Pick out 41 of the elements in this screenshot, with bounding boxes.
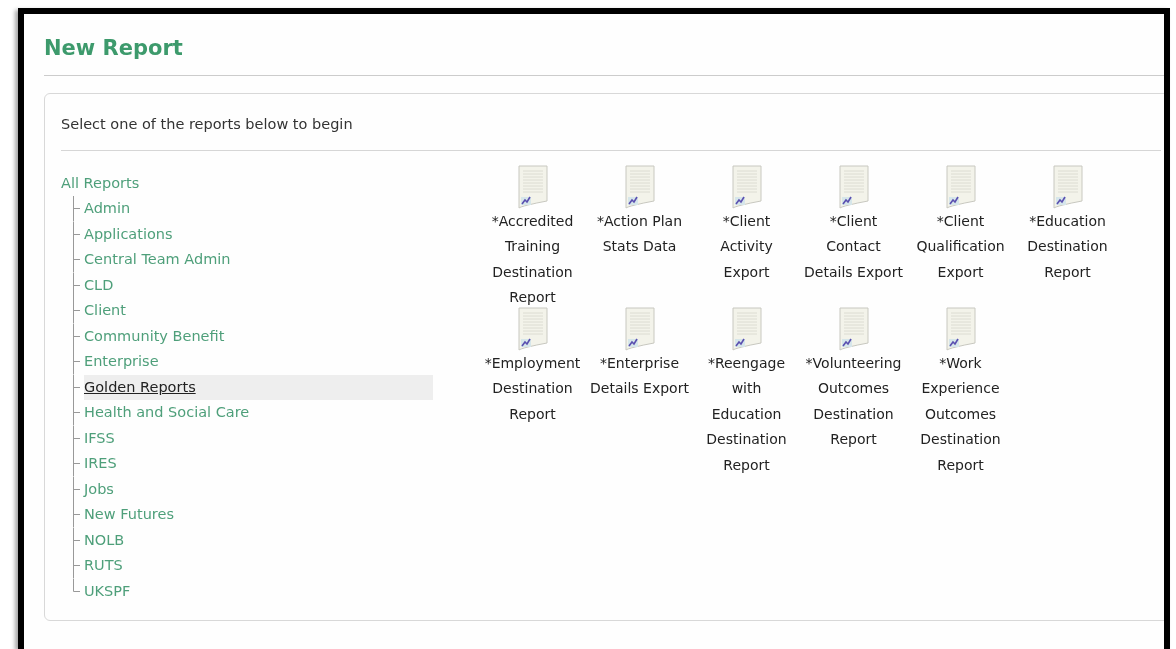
tree-item[interactable]: UKSPF <box>84 578 433 605</box>
tree-item[interactable]: Central Team Admin <box>84 247 433 273</box>
tree-item[interactable]: Jobs <box>84 476 433 503</box>
chart-document-icon <box>517 306 548 351</box>
report-link[interactable]: *Client Qualification Export <box>907 170 1014 311</box>
tree-item[interactable]: NOLB <box>84 527 433 554</box>
tree-item[interactable]: Health and Social Care <box>84 400 433 426</box>
tree-item[interactable]: Client <box>84 298 433 324</box>
chart-document-icon <box>624 164 655 209</box>
report-link[interactable]: *Enterprise Details Export <box>586 312 693 479</box>
tree-item[interactable]: Admin <box>84 196 433 222</box>
report-link[interactable]: *Client Contact Details Export <box>800 170 907 311</box>
tree-item[interactable]: IFSS <box>84 425 433 452</box>
report-link[interactable]: *Work Experience Outcomes Destination Report <box>907 312 1014 479</box>
instruction-text: Select one of the reports below to begin <box>61 115 354 135</box>
report-link[interactable]: *Action Plan Stats Data <box>586 170 693 311</box>
chart-document-icon <box>945 306 976 351</box>
chart-document-icon <box>945 164 976 209</box>
tree-root-link[interactable]: All Reports <box>61 170 140 197</box>
report-link[interactable]: *Accredited Training Destination Report <box>479 170 586 311</box>
chart-document-icon <box>731 164 762 209</box>
tree-item[interactable]: New Futures <box>84 502 433 528</box>
tree-item[interactable]: CLD <box>84 272 433 299</box>
report-link[interactable]: *Employment Destination Report <box>479 312 586 479</box>
page-title: New Report <box>44 35 184 62</box>
chart-document-icon <box>838 306 869 351</box>
tree-item[interactable]: RUTS <box>84 553 433 579</box>
tree-item[interactable]: Applications <box>84 221 433 248</box>
chart-document-icon <box>1052 164 1083 209</box>
chart-document-icon <box>731 306 762 351</box>
report-link[interactable]: *Education Destination Report <box>1014 170 1121 311</box>
chart-document-icon <box>838 164 869 209</box>
tree-item[interactable]: Golden Reports <box>84 374 433 401</box>
report-link[interactable]: *Volunteering Outcomes Destination Report <box>800 312 907 479</box>
tree-item[interactable]: Enterprise <box>84 349 433 375</box>
tree-item[interactable]: IRES <box>84 451 433 477</box>
report-link[interactable]: *Reengage with Education Destination Report <box>693 312 800 479</box>
tree-item[interactable]: Community Benefit <box>84 323 433 350</box>
chart-document-icon <box>517 164 548 209</box>
report-link[interactable]: *Client Activity Export <box>693 170 800 311</box>
chart-document-icon <box>624 306 655 351</box>
